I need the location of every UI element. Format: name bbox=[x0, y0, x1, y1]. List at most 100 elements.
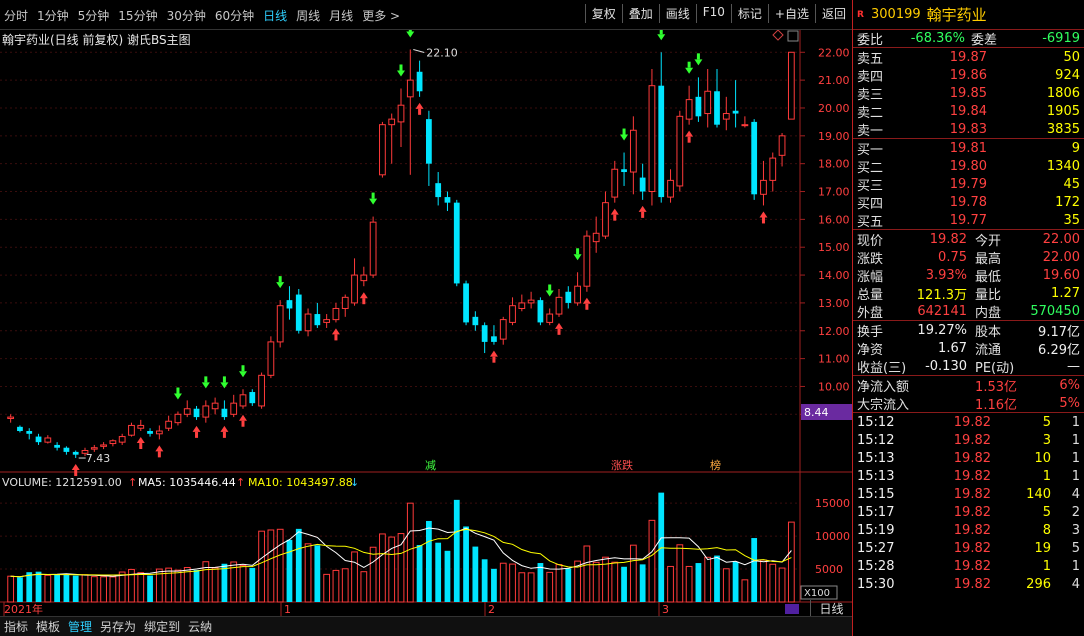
volume-bar bbox=[667, 565, 674, 603]
tick-row: 15:12 19.82 5 1 bbox=[853, 413, 1084, 431]
action-button[interactable]: F10 bbox=[695, 4, 731, 23]
indicator-tab[interactable]: 绑定到 bbox=[140, 618, 184, 635]
candle-body bbox=[397, 104, 405, 123]
order-price: 19.83 bbox=[949, 121, 987, 137]
tick-price: 19.82 bbox=[953, 468, 991, 484]
volume-bar bbox=[406, 502, 414, 603]
candle-body bbox=[100, 444, 107, 447]
volume-bar bbox=[90, 576, 98, 603]
period-tab[interactable]: 日线 bbox=[263, 7, 287, 24]
volume-bar bbox=[435, 542, 442, 602]
candle-body bbox=[137, 424, 145, 429]
action-button[interactable]: 返回 bbox=[814, 4, 852, 23]
volume-bar bbox=[760, 559, 767, 603]
order-label: 卖二 bbox=[857, 105, 884, 121]
volume-bar bbox=[174, 569, 182, 603]
volume-bar bbox=[249, 567, 256, 602]
quote-value: 19.27% bbox=[917, 322, 967, 338]
candle-body bbox=[202, 405, 210, 418]
order-label: 买三 bbox=[857, 178, 884, 194]
candle-body bbox=[760, 179, 767, 195]
tick-price: 19.82 bbox=[953, 450, 991, 466]
candle-body bbox=[769, 157, 777, 181]
sell-signal-arrow bbox=[687, 61, 691, 68]
tick-volume: 19 bbox=[1034, 540, 1051, 556]
candle-body bbox=[44, 437, 52, 443]
indicator-tab[interactable]: 指标 bbox=[0, 618, 32, 635]
scroll-indicator bbox=[785, 604, 799, 614]
quote-label: 最高 bbox=[975, 251, 1002, 267]
order-volume: 172 bbox=[1055, 194, 1080, 210]
indicator-tab[interactable]: 管理 bbox=[64, 618, 96, 635]
quote-value: — bbox=[1067, 358, 1080, 374]
buy-signal-arrow bbox=[362, 298, 366, 305]
order-volume: 1340 bbox=[1046, 158, 1080, 174]
action-button[interactable]: 复权 bbox=[584, 4, 622, 23]
tick-count: 1 bbox=[1071, 414, 1080, 430]
candle-body bbox=[63, 447, 70, 452]
volume-up-arrow: ↑ bbox=[128, 476, 137, 489]
volume-bar bbox=[491, 568, 497, 602]
candle-body bbox=[565, 291, 572, 303]
buy-signal-arrow bbox=[585, 303, 589, 310]
period-tab[interactable]: 60分钟 bbox=[215, 7, 254, 24]
tick-time: 15:13 bbox=[857, 468, 895, 484]
fund-flows: 净流入额 1.53亿 6% 大宗流入 1.16亿 5% bbox=[853, 376, 1084, 413]
volume-bar bbox=[17, 577, 23, 602]
order-row: 买四 19.78 172 bbox=[853, 193, 1084, 212]
weicha-value: -6919 bbox=[1042, 31, 1080, 46]
period-label[interactable]: 日线 bbox=[810, 600, 852, 616]
period-tab[interactable]: 月线 bbox=[329, 7, 353, 24]
quote-row: 外盘 642141 内盘 570450 bbox=[853, 302, 1084, 321]
candle-body bbox=[221, 408, 228, 418]
high-price-label: 22.10 bbox=[426, 46, 458, 59]
period-tab[interactable]: 1分钟 bbox=[37, 7, 69, 24]
candle-body bbox=[155, 430, 163, 435]
period-tab[interactable]: 15分钟 bbox=[118, 7, 157, 24]
order-row: 卖一 19.83 3835 bbox=[853, 120, 1084, 139]
quote-value: 0.75 bbox=[938, 249, 967, 265]
candle-body bbox=[453, 202, 460, 284]
volume-bar bbox=[704, 556, 712, 603]
ma10-arrow: ↓ bbox=[350, 476, 359, 489]
action-button[interactable]: +自选 bbox=[767, 4, 815, 23]
tick-volume: 140 bbox=[1026, 486, 1051, 502]
flow-pct: 6% bbox=[1059, 377, 1080, 393]
price-tick-label: 18.00 bbox=[818, 158, 850, 171]
quote-label: 净资 bbox=[857, 342, 884, 358]
volume-bar bbox=[611, 561, 619, 603]
r-icon: R bbox=[857, 9, 864, 20]
volume-bar bbox=[787, 521, 795, 603]
date-label: 2021年 bbox=[4, 602, 43, 616]
chart-toolbar: 分时 1分钟 5分钟 15分钟 30分钟 60分钟 日线 周线 月线 更多 > 复权 叠加 画线 F10… bbox=[0, 0, 852, 30]
candle-body bbox=[611, 168, 619, 198]
period-tab[interactable]: 更多 > bbox=[362, 7, 400, 24]
period-tab[interactable]: 分时 bbox=[4, 7, 28, 24]
action-button[interactable]: 画线 bbox=[658, 4, 696, 23]
candle-body bbox=[341, 296, 349, 309]
quote-label: PE(动) bbox=[975, 360, 1015, 376]
indicator-tab[interactable]: 另存为 bbox=[96, 618, 140, 635]
kline-chart[interactable]: 22.00 21.00 20.00 19.00 18.00 17.00 16.00 15.00… bbox=[0, 30, 852, 616]
period-tab[interactable]: 周线 bbox=[296, 7, 320, 24]
kline-canvas[interactable]: 22.00 21.00 20.00 19.00 18.00 17.00 16.00 15.00… bbox=[0, 30, 852, 616]
action-button[interactable]: 叠加 bbox=[621, 4, 659, 23]
indicator-tab[interactable]: 模板 bbox=[32, 618, 64, 635]
order-price: 19.85 bbox=[949, 85, 987, 101]
candle-body bbox=[249, 392, 256, 404]
candle-body bbox=[211, 402, 219, 410]
tick-row: 15:13 19.82 1 1 bbox=[853, 467, 1084, 485]
action-button[interactable]: 标记 bbox=[730, 4, 768, 23]
price-tick-label: 11.00 bbox=[818, 353, 850, 366]
tick-row: 15:15 19.82 140 4 bbox=[853, 485, 1084, 503]
buy-signal-arrow bbox=[241, 420, 245, 427]
volume-bar bbox=[388, 536, 396, 603]
order-label: 买一 bbox=[857, 142, 884, 158]
volume-bar bbox=[527, 572, 535, 603]
indicator-tab[interactable]: 云納 bbox=[184, 618, 216, 635]
volume-bar bbox=[314, 545, 321, 602]
candle-body bbox=[583, 235, 591, 287]
period-tab[interactable]: 5分钟 bbox=[78, 7, 110, 24]
period-tab[interactable]: 30分钟 bbox=[167, 7, 206, 24]
volume-bar bbox=[778, 567, 786, 603]
